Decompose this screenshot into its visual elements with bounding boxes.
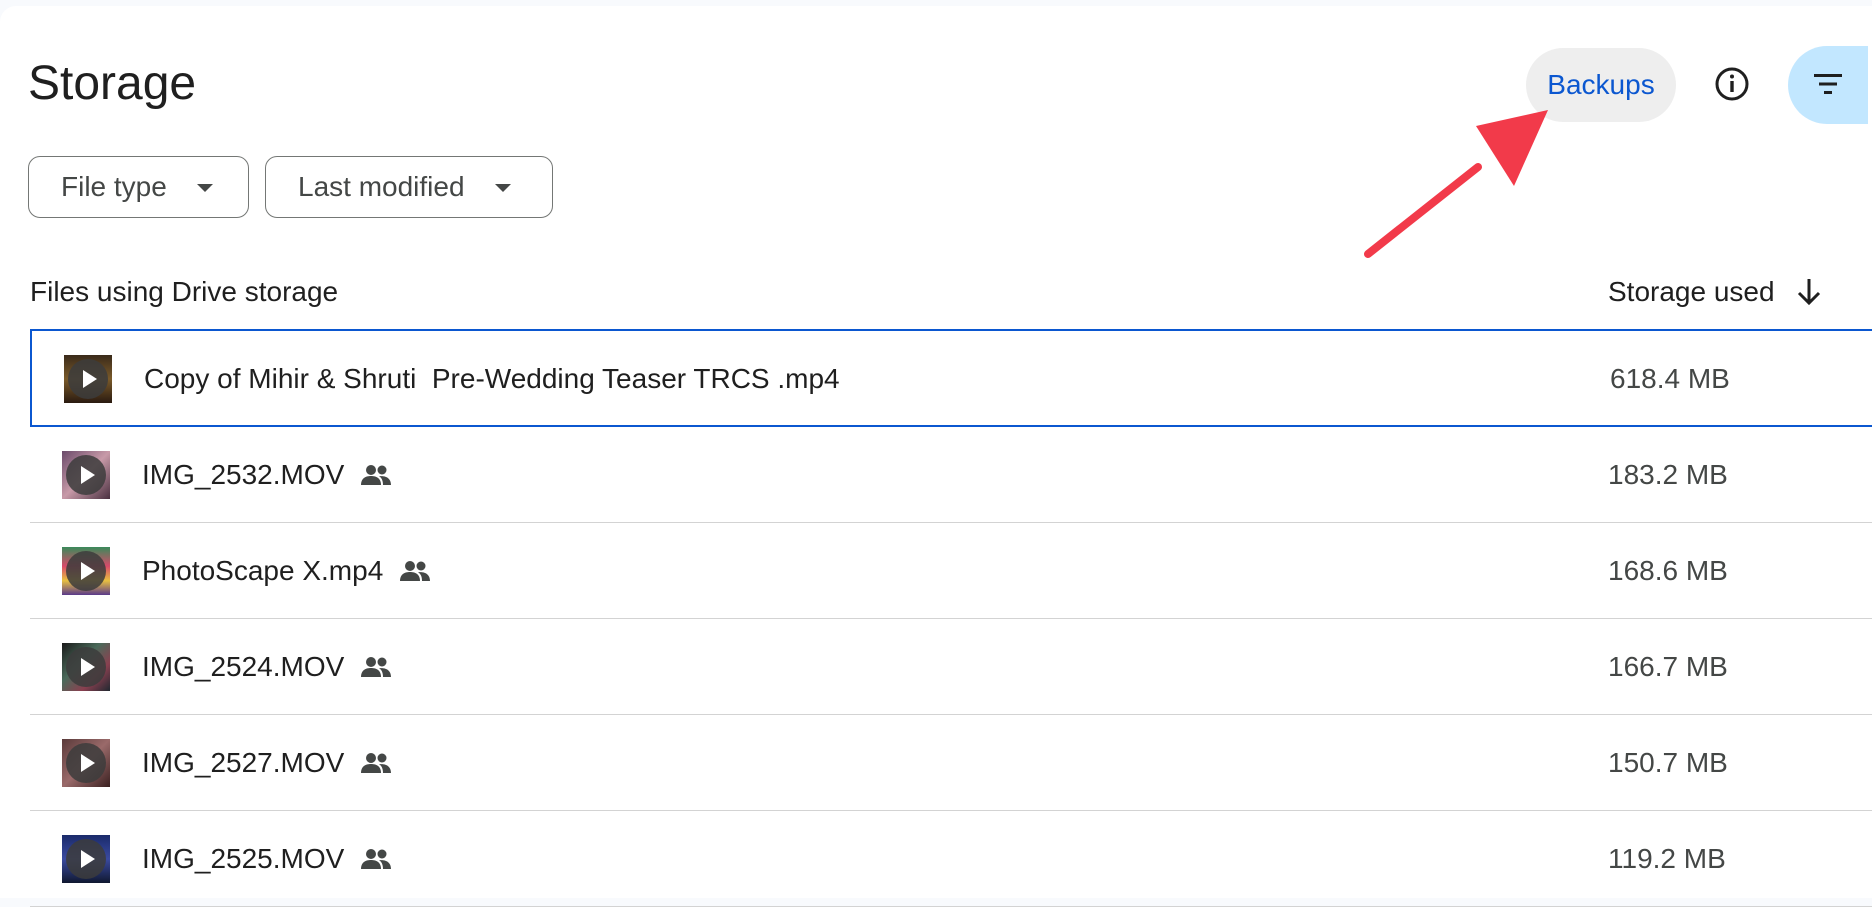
shared-people-icon [360,656,392,678]
file-name: IMG_2525.MOV [142,843,344,875]
file-size: 119.2 MB [1608,811,1726,907]
video-thumbnail [62,451,110,499]
file-row[interactable]: IMG_2532.MOV 183.2 MB [30,427,1872,523]
info-icon [1714,66,1750,105]
file-size: 618.4 MB [1610,331,1730,427]
backups-button[interactable]: Backups [1526,48,1676,122]
video-thumbnail [64,355,112,403]
shared-people-icon [360,752,392,774]
filter-button[interactable] [1788,46,1868,124]
arrow-down-icon[interactable] [1795,277,1823,307]
shared-people-icon [360,464,392,486]
last-modified-filter[interactable]: Last modified [265,156,553,218]
video-thumbnail [62,835,110,883]
caret-down-icon [197,184,213,192]
file-size: 150.7 MB [1608,715,1728,811]
shared-people-icon [399,560,431,582]
last-modified-filter-label: Last modified [298,171,465,203]
video-thumbnail [62,547,110,595]
file-row[interactable]: IMG_2525.MOV 119.2 MB [30,811,1872,907]
file-name: IMG_2524.MOV [142,651,344,683]
file-list: Copy of Mihir & Shruti Pre-Wedding Tease… [30,330,1872,907]
shared-people-icon [360,848,392,870]
file-type-filter[interactable]: File type [28,156,249,218]
page-title: Storage [28,54,196,114]
file-row[interactable]: IMG_2524.MOV 166.7 MB [30,619,1872,715]
storage-used-column-header[interactable]: Storage used [1608,268,1823,316]
caret-down-icon [495,184,511,192]
file-row[interactable]: Copy of Mihir & Shruti Pre-Wedding Tease… [30,329,1872,427]
storage-panel: Storage Backups File type Last modified … [0,6,1872,898]
file-row[interactable]: PhotoScape X.mp4 168.6 MB [30,523,1872,619]
video-thumbnail [62,643,110,691]
file-name: PhotoScape X.mp4 [142,555,383,587]
file-size: 168.6 MB [1608,523,1728,619]
file-name: IMG_2527.MOV [142,747,344,779]
info-button[interactable] [1702,48,1762,122]
file-row[interactable]: IMG_2527.MOV 150.7 MB [30,715,1872,811]
filter-icon [1812,72,1844,99]
file-name: Copy of Mihir & Shruti Pre-Wedding Tease… [144,363,840,395]
file-size: 166.7 MB [1608,619,1728,715]
storage-used-label: Storage used [1608,276,1775,308]
file-size: 183.2 MB [1608,427,1728,523]
video-thumbnail [62,739,110,787]
file-type-filter-label: File type [61,171,167,203]
file-name: IMG_2532.MOV [142,459,344,491]
files-column-header: Files using Drive storage [30,274,338,310]
